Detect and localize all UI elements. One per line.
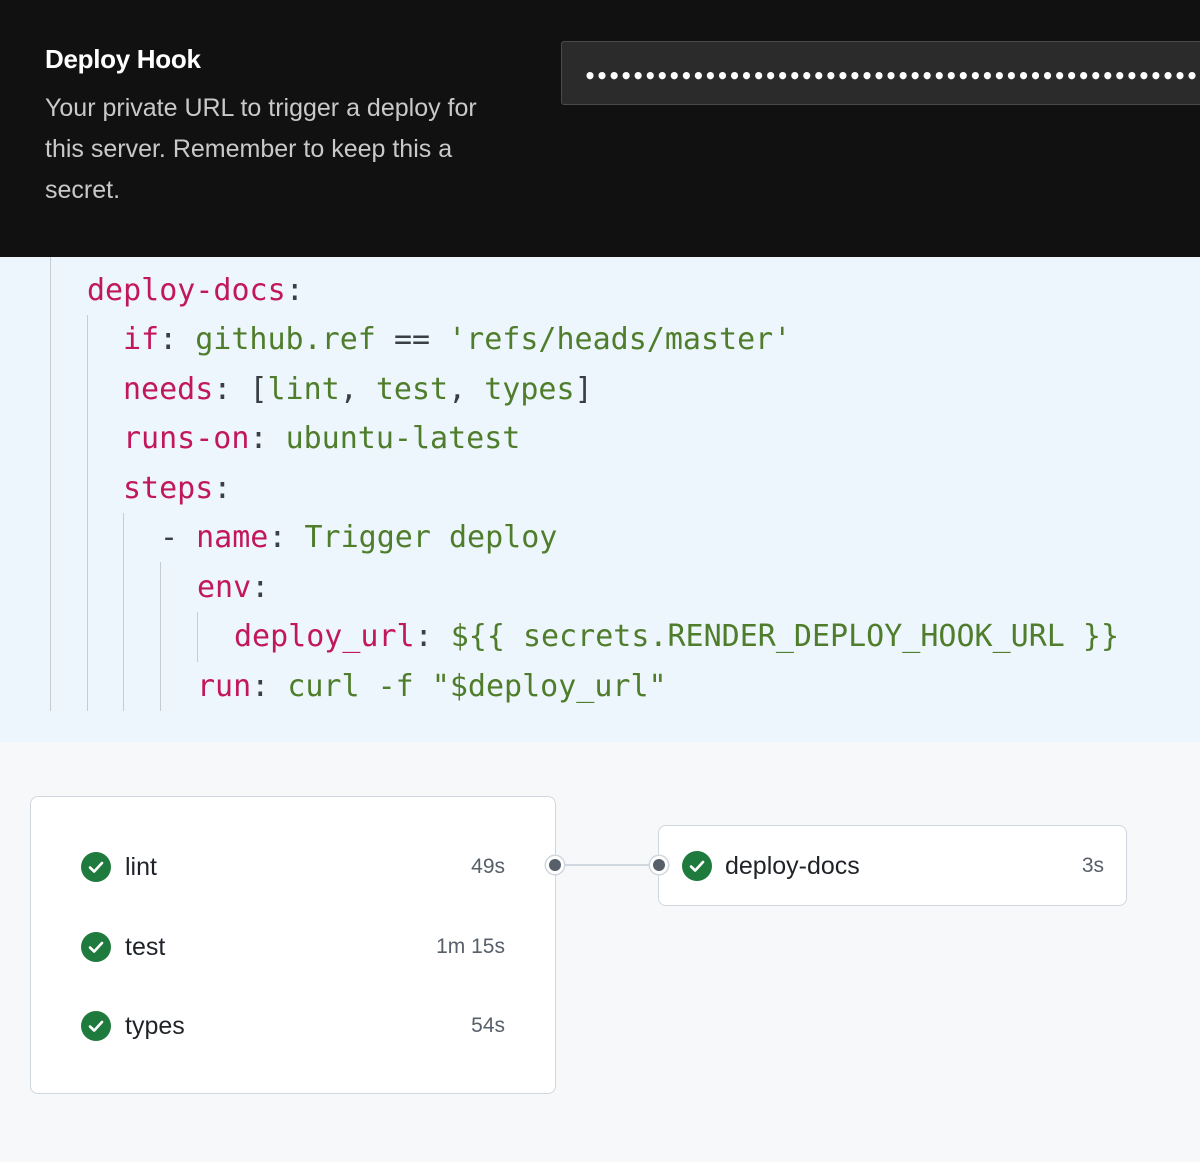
yaml-value: test [375, 372, 449, 407]
yaml-value: ${{ secrets.RENDER_DEPLOY_HOOK_URL }} [450, 619, 1120, 654]
job-row-test[interactable]: test 1m 15s [31, 928, 555, 968]
deploy-hook-title: Deploy Hook [45, 44, 201, 74]
yaml-value: ubuntu-latest [285, 421, 521, 456]
indent-guide [197, 612, 198, 662]
yaml-key: name [196, 520, 269, 555]
job-duration: 54s [471, 1014, 505, 1037]
yaml-value: curl -f "$deploy_url" [287, 669, 667, 704]
check-circle-icon [81, 1011, 111, 1041]
yaml-key: run [197, 669, 252, 704]
job-name: lint [125, 853, 157, 881]
deploy-hook-url-field[interactable]: ••••••••••••••••••••••••••••••••••••••••… [561, 41, 1200, 105]
code-line-step-name: - name: Trigger deploy [160, 520, 558, 555]
yaml-key: runs-on [123, 421, 250, 456]
deploy-hook-panel: Deploy Hook Your private URL to trigger … [0, 0, 1200, 257]
indent-guide [123, 513, 124, 711]
yaml-value: types [484, 372, 575, 407]
connector-node-in [650, 856, 668, 874]
code-line-env: env: [197, 570, 270, 605]
yaml-key: env [197, 570, 252, 605]
indent-guide [50, 257, 51, 711]
indent-guide [87, 315, 88, 711]
code-line-steps: steps: [123, 471, 232, 506]
job-row-lint[interactable]: lint 49s [31, 848, 555, 888]
job-dependency-connector [555, 864, 660, 866]
code-line-deploy-url: deploy_url: ${{ secrets.RENDER_DEPLOY_HO… [234, 619, 1120, 654]
code-line-needs: needs: [lint, test, types] [123, 372, 593, 407]
job-name: deploy-docs [725, 852, 860, 880]
workflow-yaml-code: deploy-docs: if: github.ref == 'refs/hea… [0, 257, 1200, 742]
job-row-deploy-docs[interactable]: deploy-docs 3s [658, 825, 1127, 906]
yaml-key: if [123, 322, 160, 357]
yaml-value: Trigger deploy [304, 520, 558, 555]
job-row-types[interactable]: types 54s [31, 1007, 555, 1047]
yaml-value: github.ref [195, 322, 376, 357]
connector-node-out [546, 856, 564, 874]
yaml-value: lint [267, 372, 340, 407]
code-line-run: run: curl -f "$deploy_url" [197, 669, 667, 704]
check-circle-icon [81, 932, 111, 962]
code-line-job: deploy-docs: [87, 273, 304, 308]
indent-guide [160, 562, 161, 711]
job-name: test [125, 933, 166, 961]
job-duration: 3s [1081, 854, 1104, 877]
check-circle-icon [682, 851, 712, 881]
job-duration: 1m 15s [436, 935, 505, 958]
code-line-if: if: github.ref == 'refs/heads/master' [123, 322, 792, 357]
yaml-key: deploy-docs [87, 273, 286, 308]
check-circle-icon [81, 852, 111, 882]
jobs-group-card: lint 49s test 1m 15s types 54s [30, 796, 556, 1094]
yaml-key: needs [123, 372, 214, 407]
code-line-runs-on: runs-on: ubuntu-latest [123, 421, 521, 456]
yaml-key: steps [123, 471, 214, 506]
job-duration: 49s [471, 855, 505, 878]
deploy-hook-masked-value: ••••••••••••••••••••••••••••••••••••••••… [584, 64, 1200, 88]
deploy-hook-description: Your private URL to trigger a deploy for… [45, 94, 477, 204]
job-name: types [125, 1012, 185, 1040]
yaml-key: deploy_url [234, 619, 415, 654]
yaml-string: 'refs/heads/master' [448, 322, 792, 357]
yaml-operator: == [393, 322, 431, 357]
